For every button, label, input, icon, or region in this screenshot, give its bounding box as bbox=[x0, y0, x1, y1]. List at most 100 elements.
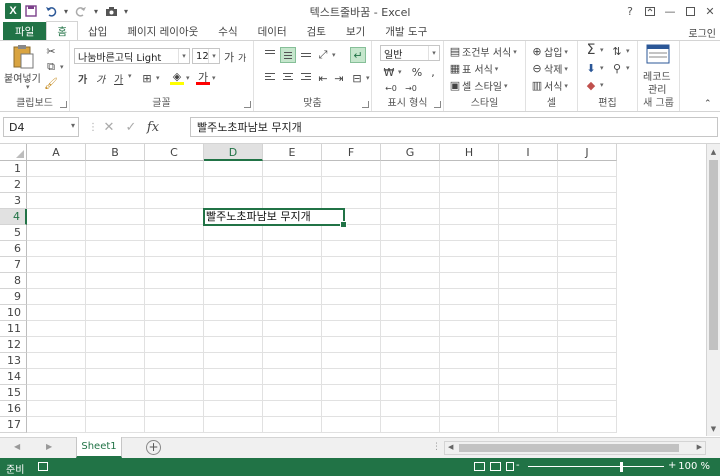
paste-dropdown-icon[interactable]: ▾ bbox=[26, 83, 30, 91]
format-cells-button[interactable]: ▥ 서식 ▾ bbox=[530, 78, 568, 93]
row-header-1[interactable]: 1 bbox=[0, 161, 27, 177]
orientation-dropdown-icon[interactable]: ▾ bbox=[332, 51, 336, 59]
tab-insert[interactable]: 삽입 bbox=[78, 22, 117, 40]
maximize-icon[interactable] bbox=[680, 0, 700, 22]
fill-button[interactable]: ⬇ ▾ bbox=[584, 61, 604, 75]
align-right-button[interactable] bbox=[298, 70, 314, 86]
decrease-decimal-button[interactable]: →0 bbox=[404, 81, 418, 95]
column-header-d[interactable]: D bbox=[204, 144, 263, 161]
row-header-16[interactable]: 16 bbox=[0, 401, 27, 417]
vertical-scrollbar[interactable]: ▲ ▼ bbox=[706, 144, 720, 436]
accounting-dropdown-icon[interactable]: ▾ bbox=[398, 68, 402, 76]
sheet-tab-sheet1[interactable]: Sheet1 bbox=[76, 437, 122, 458]
bottom-align-button[interactable] bbox=[298, 47, 314, 63]
normal-view-icon[interactable] bbox=[474, 462, 485, 471]
zoom-out-button[interactable]: - bbox=[516, 460, 520, 471]
middle-align-button[interactable] bbox=[280, 47, 296, 63]
row-header-12[interactable]: 12 bbox=[0, 337, 27, 353]
row-header-3[interactable]: 3 bbox=[0, 193, 27, 209]
format-as-table-dropdown-icon[interactable]: ▾ bbox=[495, 65, 499, 73]
autosum-button[interactable]: Σ ▾ bbox=[584, 42, 604, 58]
tab-developer[interactable]: 개발 도구 bbox=[375, 22, 437, 40]
tab-view[interactable]: 보기 bbox=[336, 22, 375, 40]
tab-review[interactable]: 검토 bbox=[297, 22, 336, 40]
save-icon[interactable] bbox=[21, 2, 41, 20]
merge-dropdown-icon[interactable]: ▾ bbox=[366, 74, 370, 82]
format-cells-dropdown-icon[interactable]: ▾ bbox=[564, 82, 568, 90]
row-header-5[interactable]: 5 bbox=[0, 225, 27, 241]
column-header-b[interactable]: B bbox=[86, 144, 145, 161]
grow-font-button[interactable]: 가 bbox=[224, 49, 234, 65]
column-header-e[interactable]: E bbox=[263, 144, 322, 161]
bold-button[interactable]: 가 bbox=[78, 71, 87, 86]
row-header-4[interactable]: 4 bbox=[0, 209, 27, 225]
paste-button[interactable] bbox=[6, 44, 40, 70]
align-center-button[interactable] bbox=[280, 70, 296, 86]
column-header-j[interactable]: J bbox=[558, 144, 617, 161]
fill-color-button[interactable]: ◈ ▾ bbox=[170, 70, 190, 85]
page-layout-view-icon[interactable] bbox=[490, 462, 501, 471]
tab-split-handle-icon[interactable]: ⋮ bbox=[432, 442, 441, 452]
row-header-13[interactable]: 13 bbox=[0, 353, 27, 369]
font-size-dropdown-icon[interactable]: ▾ bbox=[208, 49, 219, 63]
name-box[interactable]: D4 ▾ bbox=[3, 117, 79, 137]
cell-styles-dropdown-icon[interactable]: ▾ bbox=[504, 82, 508, 90]
borders-dropdown-icon[interactable]: ▾ bbox=[156, 74, 160, 82]
help-icon[interactable]: ? bbox=[620, 0, 640, 22]
shrink-font-button[interactable]: 가 bbox=[238, 51, 246, 64]
delete-cells-button[interactable]: ⊖ 삭제 ▾ bbox=[530, 61, 568, 76]
font-name-dropdown-icon[interactable]: ▾ bbox=[178, 49, 189, 63]
font-color-dropdown-icon[interactable]: ▾ bbox=[212, 74, 216, 82]
zoom-slider-handle[interactable] bbox=[620, 462, 623, 472]
increase-indent-button[interactable]: ⇥ bbox=[332, 71, 346, 85]
autosum-dropdown-icon[interactable]: ▾ bbox=[600, 46, 604, 54]
alignment-launcher-icon[interactable] bbox=[362, 101, 369, 108]
copy-dropdown-icon[interactable]: ▾ bbox=[60, 63, 64, 71]
scroll-left-icon[interactable]: ◀ bbox=[448, 443, 453, 451]
clipboard-launcher-icon[interactable] bbox=[60, 101, 67, 108]
fill-dropdown-icon[interactable]: ▾ bbox=[600, 64, 604, 72]
find-select-dropdown-icon[interactable]: ▾ bbox=[626, 64, 630, 72]
scroll-down-icon[interactable]: ▼ bbox=[707, 422, 720, 436]
align-left-button[interactable] bbox=[262, 70, 278, 86]
orientation-button[interactable]: ⤢ ▾ bbox=[316, 48, 336, 62]
row-header-15[interactable]: 15 bbox=[0, 385, 27, 401]
wrap-text-button[interactable]: ↵ bbox=[350, 47, 366, 63]
signin-link[interactable]: 로그인 bbox=[688, 25, 716, 40]
tab-page-layout[interactable]: 페이지 레이아웃 bbox=[117, 22, 208, 40]
excel-logo-icon[interactable]: X bbox=[5, 3, 21, 19]
cancel-icon[interactable]: ✕ bbox=[98, 120, 120, 135]
format-as-table-button[interactable]: ▦ 표 서식 ▾ bbox=[448, 61, 499, 76]
format-painter-button[interactable]: 🖌 bbox=[44, 76, 58, 90]
comma-button[interactable]: , bbox=[426, 65, 440, 79]
close-icon[interactable]: ✕ bbox=[700, 0, 720, 22]
tab-data[interactable]: 데이터 bbox=[248, 22, 297, 40]
redo-dropdown-icon[interactable]: ▾ bbox=[91, 2, 101, 20]
copy-button[interactable]: ⧉ ▾ bbox=[44, 60, 64, 74]
clear-dropdown-icon[interactable]: ▾ bbox=[600, 81, 604, 89]
fill-color-dropdown-icon[interactable]: ▾ bbox=[186, 74, 190, 82]
scroll-up-icon[interactable]: ▲ bbox=[707, 145, 720, 159]
row-header-14[interactable]: 14 bbox=[0, 369, 27, 385]
page-break-view-icon[interactable] bbox=[506, 462, 514, 471]
row-header-9[interactable]: 9 bbox=[0, 289, 27, 305]
cut-button[interactable]: ✂ bbox=[44, 44, 58, 58]
accounting-format-button[interactable]: ₩ ▾ bbox=[382, 65, 402, 79]
cell-styles-button[interactable]: ▣ 셀 스타일 ▾ bbox=[448, 78, 508, 93]
underline-button[interactable]: 가 bbox=[114, 71, 123, 86]
number-format-dropdown-icon[interactable]: ▾ bbox=[428, 46, 439, 60]
row-header-2[interactable]: 2 bbox=[0, 177, 27, 193]
insert-cells-button[interactable]: ⊕ 삽입 ▾ bbox=[530, 44, 568, 59]
select-all-button[interactable] bbox=[0, 144, 27, 161]
name-box-dropdown-icon[interactable]: ▾ bbox=[71, 121, 75, 130]
borders-button[interactable]: ⊞ ▾ bbox=[140, 71, 160, 85]
font-name-combo[interactable]: 나눔바른고딕 Light ▾ bbox=[74, 48, 190, 64]
customize-qat-icon[interactable]: ▾ bbox=[121, 2, 131, 20]
conditional-formatting-dropdown-icon[interactable]: ▾ bbox=[513, 48, 517, 56]
ribbon-display-options-icon[interactable] bbox=[640, 0, 660, 22]
increase-decimal-button[interactable]: ←0 bbox=[384, 81, 398, 95]
record-manage-icon[interactable] bbox=[646, 44, 670, 64]
next-sheet-icon[interactable]: ▶ bbox=[46, 442, 52, 451]
number-launcher-icon[interactable] bbox=[434, 101, 441, 108]
sort-filter-button[interactable]: ⇅ ▾ bbox=[610, 44, 629, 58]
